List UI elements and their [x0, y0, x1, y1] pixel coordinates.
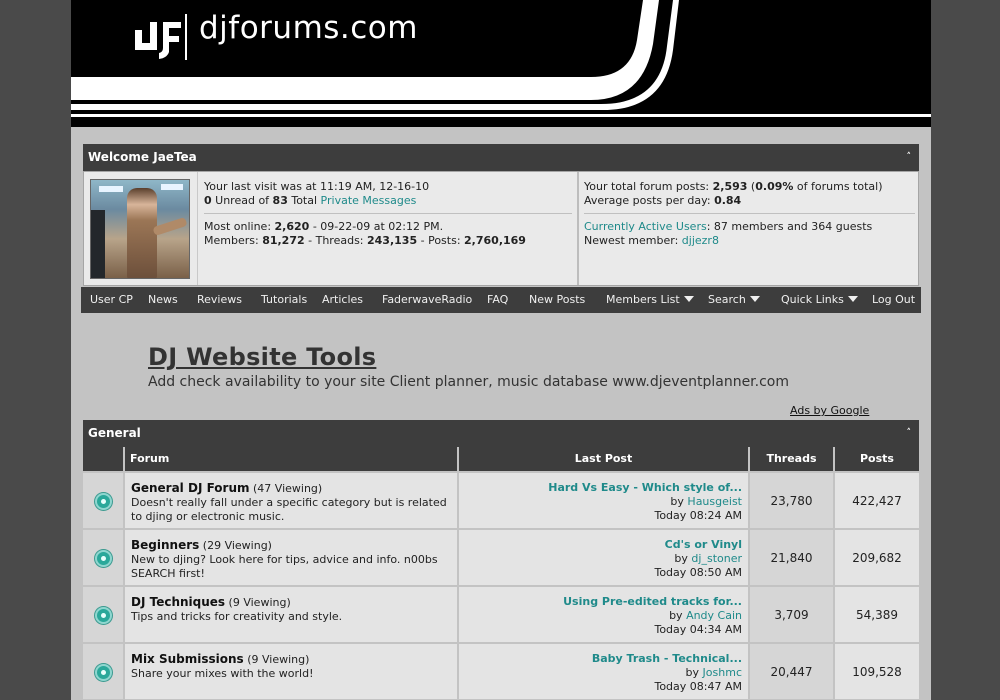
forum-description: Tips and tricks for creativity and style…	[131, 610, 343, 623]
last-post-user-link[interactable]: Andy Cain	[686, 609, 742, 622]
last-post-thread-link[interactable]: Baby Trash - Technical...	[592, 652, 742, 665]
ad-url-link[interactable]: www.djeventplanner.com	[612, 374, 789, 390]
nav-search[interactable]: Search	[708, 287, 760, 313]
most-online-text: Most online: 2,620 - 09-22-09 at 02:12 P…	[204, 220, 444, 233]
dropdown-arrow-icon	[683, 296, 694, 302]
dj-logo-icon	[135, 14, 187, 60]
column-header-last-post: Last Post	[459, 447, 750, 471]
thread-count: 23,780	[770, 494, 813, 508]
forum-description: Doesn't really fall under a specific cat…	[131, 496, 447, 523]
post-count: 54,389	[856, 608, 898, 622]
column-header-threads: Threads	[750, 447, 835, 471]
last-post-thread-link[interactable]: Using Pre-edited tracks for...	[563, 595, 742, 608]
divider	[584, 213, 915, 214]
nav-new-posts[interactable]: New Posts	[529, 287, 585, 313]
forum-totals-text: Members: 81,272 - Threads: 243,135 - Pos…	[204, 234, 526, 247]
forum-row: General DJ Forum (47 Viewing) Doesn't re…	[83, 473, 919, 528]
nav-quick-links[interactable]: Quick Links	[781, 287, 858, 313]
last-visit-text: Your last visit was at 11:19 AM, 12-16-1…	[204, 180, 430, 193]
post-count: 209,682	[852, 551, 902, 565]
nav-members-list[interactable]: Members List	[606, 287, 694, 313]
ads-by-google-link[interactable]: Ads by Google	[790, 404, 869, 417]
nav-articles[interactable]: Articles	[322, 287, 363, 313]
forum-status-icon	[95, 493, 112, 510]
forum-description: New to djing? Look here for tips, advice…	[131, 553, 438, 580]
avatar[interactable]	[90, 179, 190, 279]
nav-reviews[interactable]: Reviews	[197, 287, 242, 313]
last-post-thread-link[interactable]: Hard Vs Easy - Which style of...	[548, 481, 742, 494]
last-post-author: by dj_stoner	[674, 552, 742, 565]
thread-count: 20,447	[770, 665, 813, 679]
ad-body: Add check availability to your site Clie…	[148, 374, 789, 390]
collapse-icon[interactable]: ˄	[907, 144, 912, 171]
divider	[204, 213, 572, 214]
thread-count: 21,840	[770, 551, 813, 565]
general-category-bar: General ˄	[83, 420, 919, 447]
forum-status-icon	[95, 607, 112, 624]
thread-count: 3,709	[774, 608, 809, 622]
last-post-user-link[interactable]: dj_stoner	[691, 552, 742, 565]
welcome-stats-right: Your total forum posts: 2,593 (0.09% of …	[577, 172, 918, 285]
last-post-author: by Joshmc	[685, 666, 742, 679]
forum-title-link[interactable]: DJ Techniques	[131, 595, 225, 609]
last-post-user-link[interactable]: Joshmc	[703, 666, 742, 679]
viewing-count: (9 Viewing)	[225, 596, 291, 609]
viewing-count: (47 Viewing)	[249, 482, 323, 495]
site-header: djforums.com	[71, 0, 931, 127]
ad-title-link[interactable]: DJ Website Tools	[148, 343, 376, 371]
welcome-title: Welcome JaeTea	[88, 150, 197, 164]
last-post-thread-link[interactable]: Cd's or Vinyl	[665, 538, 742, 551]
last-post-time: Today 08:50 AM	[654, 566, 742, 579]
forum-description: Share your mixes with the world!	[131, 667, 314, 680]
dropdown-arrow-icon	[847, 296, 858, 302]
nav-tutorials[interactable]: Tutorials	[261, 287, 307, 313]
last-post-time: Today 04:34 AM	[654, 623, 742, 636]
welcome-bar: Welcome JaeTea ˄	[83, 144, 919, 171]
category-title: General	[88, 426, 141, 440]
page: djforums.com Welcome JaeTea ˄ Your last …	[71, 0, 931, 700]
unread-messages-text: 0 Unread of 83 Total Private Messages	[204, 194, 417, 207]
forum-title-link[interactable]: General DJ Forum	[131, 481, 250, 495]
forum-status-icon	[95, 664, 112, 681]
dropdown-arrow-icon	[749, 296, 760, 302]
nav-faderwave-radio[interactable]: FaderwaveRadio	[382, 287, 472, 313]
forum-row: Mix Submissions (9 Viewing) Share your m…	[83, 644, 919, 699]
active-users-text: Currently Active Users: 87 members and 3…	[584, 220, 873, 233]
welcome-stats-left: Your last visit was at 11:19 AM, 12-16-1…	[197, 172, 577, 285]
newest-member-link[interactable]: djjezr8	[682, 234, 719, 247]
post-count: 109,528	[852, 665, 902, 679]
welcome-panel: Your last visit was at 11:19 AM, 12-16-1…	[83, 171, 919, 286]
column-header-status	[83, 447, 125, 471]
private-messages-link[interactable]: Private Messages	[321, 194, 417, 207]
forum-title-link[interactable]: Mix Submissions	[131, 652, 244, 666]
forum-status-icon	[95, 550, 112, 567]
column-header-forum: Forum	[125, 447, 459, 471]
newest-member-text: Newest member: djjezr8	[584, 234, 719, 247]
collapse-icon[interactable]: ˄	[907, 420, 912, 447]
nav-faq[interactable]: FAQ	[487, 287, 508, 313]
post-count: 422,427	[852, 494, 902, 508]
last-post-author: by Hausgeist	[670, 495, 742, 508]
nav-user-cp[interactable]: User CP	[90, 287, 133, 313]
last-post-user-link[interactable]: Hausgeist	[687, 495, 742, 508]
forum-row: Beginners (29 Viewing) New to djing? Loo…	[83, 530, 919, 585]
nav-news[interactable]: News	[148, 287, 178, 313]
nav-log-out[interactable]: Log Out	[872, 287, 915, 313]
column-header-posts: Posts	[835, 447, 919, 471]
viewing-count: (9 Viewing)	[243, 653, 310, 666]
average-posts-text: Average posts per day: 0.84	[584, 194, 742, 207]
your-posts-text: Your total forum posts: 2,593 (0.09% of …	[584, 180, 883, 193]
forum-row: DJ Techniques (9 Viewing) Tips and trick…	[83, 587, 919, 642]
last-post-time: Today 08:47 AM	[654, 680, 742, 693]
logo-text[interactable]: djforums.com	[199, 10, 418, 46]
last-post-time: Today 08:24 AM	[654, 509, 742, 522]
forum-title-link[interactable]: Beginners	[131, 538, 199, 552]
last-post-author: by Andy Cain	[669, 609, 742, 622]
active-users-link[interactable]: Currently Active Users	[584, 220, 707, 233]
viewing-count: (29 Viewing)	[199, 539, 272, 552]
navbar: User CP News Reviews Tutorials Articles …	[81, 287, 921, 313]
